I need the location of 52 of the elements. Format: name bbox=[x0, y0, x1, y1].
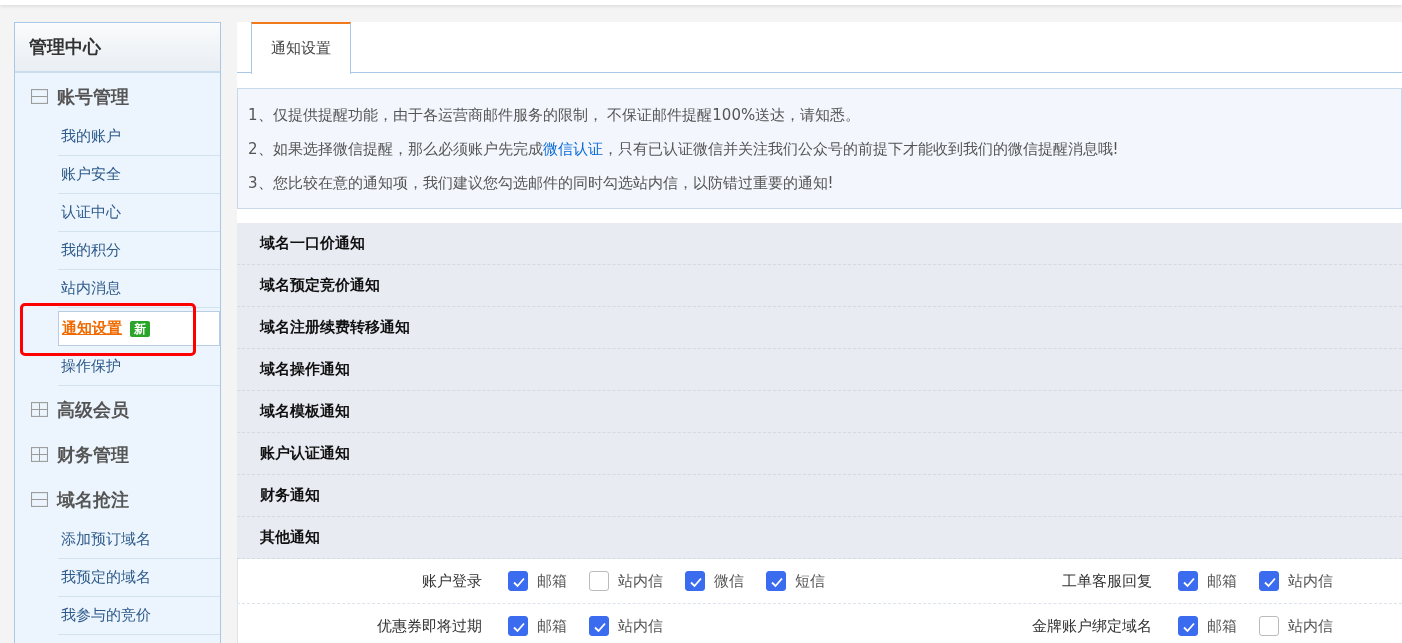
checkbox[interactable] bbox=[589, 571, 609, 591]
notice-text: 2、如果选择微信提醒，那么必须账户先完成微信认证，只有已认证微信并关注我们公众号的前提下才能收到我们的微信提醒消息哦! bbox=[248, 139, 1120, 160]
setting-label: 账户登录 bbox=[421, 571, 482, 591]
link[interactable]: 微信认证 bbox=[542, 140, 603, 158]
checkbox[interactable] bbox=[1178, 616, 1198, 636]
sidebar-item[interactable]: 账户安全 bbox=[58, 156, 220, 194]
sidebar-item[interactable]: 添加预订域名 bbox=[58, 521, 220, 559]
sidebar-item[interactable]: 我预定的域名 bbox=[58, 559, 220, 597]
section-header[interactable]: 其他通知 bbox=[237, 517, 1402, 559]
notice-text: 3、您比较在意的通知项，我们建议您勾选邮件的同时勾选站内信，以防错过重要的通知! bbox=[248, 173, 835, 194]
option-label: 邮箱 bbox=[1207, 616, 1237, 636]
section-header[interactable]: 域名预定竞价通知 bbox=[237, 265, 1402, 307]
sidebar-group[interactable]: 域名抢注 bbox=[15, 478, 220, 521]
sidebar-item[interactable]: 我参与的竞价 bbox=[58, 597, 220, 635]
new-badge: 新 bbox=[130, 320, 150, 337]
checkbox[interactable] bbox=[508, 616, 528, 636]
sidebar-item[interactable]: 我的积分 bbox=[58, 232, 220, 270]
option-label: 邮箱 bbox=[1207, 571, 1237, 591]
section-header[interactable]: 域名注册续费转移通知 bbox=[237, 307, 1402, 349]
notice-text: 1、仅提供提醒功能，由于各运营商邮件服务的限制， 不保证邮件提醒100%送达，请知悉。 bbox=[248, 105, 862, 126]
setting-label: 金牌账户绑定域名 bbox=[1031, 616, 1152, 636]
section-header[interactable]: 域名一口价通知 bbox=[237, 223, 1402, 265]
sidebar-item[interactable]: 站内消息 bbox=[58, 270, 220, 308]
option-label: 站内信 bbox=[618, 571, 663, 591]
sidebar-item[interactable]: 我的账户 bbox=[58, 118, 220, 156]
section-header[interactable]: 域名操作通知 bbox=[237, 349, 1402, 391]
option-label: 邮箱 bbox=[537, 571, 567, 591]
checkbox[interactable] bbox=[1259, 571, 1279, 591]
sidebar-group[interactable]: 财务管理 bbox=[15, 433, 220, 476]
checkbox[interactable] bbox=[766, 571, 786, 591]
option-label: 短信 bbox=[795, 571, 825, 591]
checkbox[interactable] bbox=[1259, 616, 1279, 636]
section-header[interactable]: 账户认证通知 bbox=[237, 433, 1402, 475]
section-header[interactable]: 域名模板通知 bbox=[237, 391, 1402, 433]
setting-label: 优惠券即将过期 bbox=[376, 616, 482, 636]
checkbox[interactable] bbox=[1178, 571, 1198, 591]
option-label: 站内信 bbox=[618, 616, 663, 636]
sidebar-group[interactable]: 高级会员 bbox=[15, 388, 220, 431]
sidebar-item[interactable]: 认证中心 bbox=[58, 194, 220, 232]
setting-label: 工单客服回复 bbox=[1061, 571, 1152, 591]
sidebar-group[interactable]: 账号管理 bbox=[15, 75, 220, 118]
option-label: 邮箱 bbox=[537, 616, 567, 636]
option-label: 站内信 bbox=[1288, 616, 1333, 636]
sidebar-item[interactable]: 操作保护 bbox=[58, 348, 220, 386]
checkbox[interactable] bbox=[508, 571, 528, 591]
section-header[interactable]: 财务通知 bbox=[237, 475, 1402, 517]
tab[interactable]: 通知设置 bbox=[251, 22, 351, 74]
checkbox[interactable] bbox=[589, 616, 609, 636]
sidebar-title: 管理中心 bbox=[15, 23, 220, 73]
option-label: 微信 bbox=[714, 571, 744, 591]
checkbox[interactable] bbox=[685, 571, 705, 591]
option-label: 站内信 bbox=[1288, 571, 1333, 591]
